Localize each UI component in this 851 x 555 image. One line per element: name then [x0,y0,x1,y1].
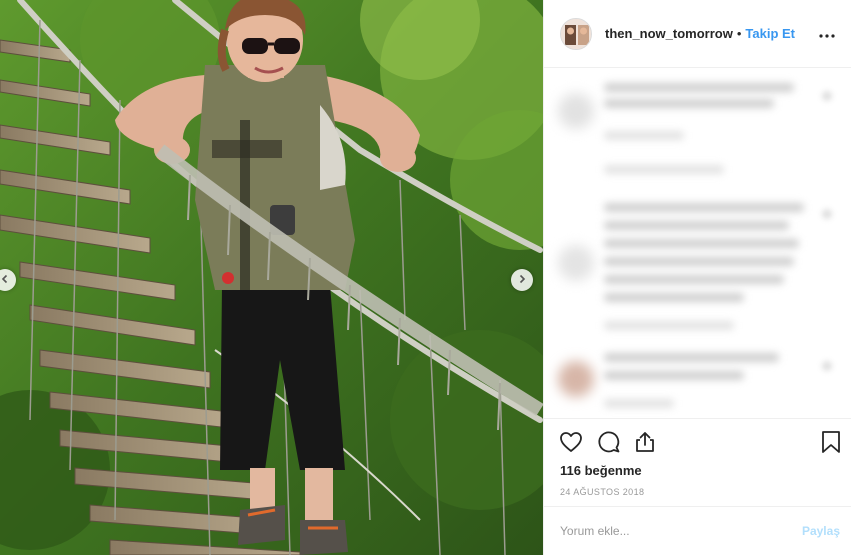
chevron-right-icon [517,271,527,289]
comment-avatar [558,93,594,129]
blurred-text [604,353,779,362]
post-comment-button[interactable]: Paylaş [802,524,840,538]
avatar[interactable] [560,17,592,50]
comment-like-icon[interactable] [822,209,832,219]
post-header: then_now_tomorrow • Takip Et [544,0,851,68]
likes-count[interactable]: 116 beğenme [560,463,642,478]
carousel-next-button[interactable] [511,269,533,291]
blurred-text [604,275,784,284]
post-photo[interactable] [0,0,543,555]
blurred-meta [604,321,734,330]
photo-illustration [0,0,543,555]
blurred-text [604,221,789,230]
comment-icon [597,430,621,459]
username-link[interactable]: then_now_tomorrow [605,26,733,41]
post-actions: 116 beğenme 24 AĞUSTOS 2018 [544,418,851,506]
more-options-button[interactable] [817,24,837,44]
comment-avatar [558,361,594,397]
comment-like-icon[interactable] [822,91,832,101]
blurred-text [604,371,744,380]
separator-dot: • [736,26,742,41]
post-date[interactable]: 24 AĞUSTOS 2018 [560,487,644,497]
blurred-text [604,83,794,92]
add-comment-form: Paylaş [544,506,851,555]
blurred-text [604,293,744,302]
comment-like-icon[interactable] [822,361,832,371]
share-button[interactable] [632,431,658,457]
blurred-text [604,257,794,266]
like-button[interactable] [558,431,584,457]
comment-button[interactable] [596,431,622,457]
follow-button[interactable]: Takip Et [745,26,795,41]
bookmark-icon [821,430,841,459]
comment-input[interactable] [560,524,802,538]
blurred-text [604,203,804,212]
blurred-meta [604,399,674,408]
blurred-text [604,99,774,108]
comments-list [544,69,851,417]
post-side-panel: then_now_tomorrow • Takip Et 116 beğenme… [543,0,851,555]
chevron-left-icon [0,271,10,289]
comment-avatar [558,245,594,281]
blurred-meta [604,131,684,140]
blurred-text [604,239,799,248]
save-button[interactable] [818,430,844,459]
heart-icon [559,431,583,458]
blurred-meta [604,165,724,174]
share-icon [633,430,657,459]
more-options-icon [819,25,835,43]
